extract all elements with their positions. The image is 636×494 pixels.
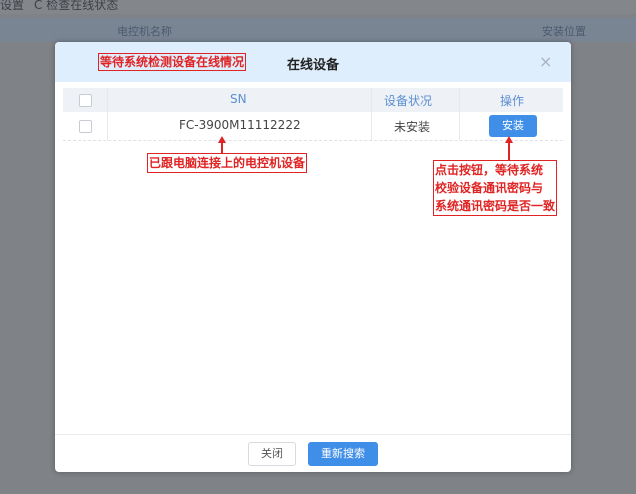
device-sn: FC-3900M11112222	[179, 118, 301, 132]
device-status: 未安装	[394, 120, 431, 134]
modal-header: 等待系统检测设备在线情况 在线设备 ×	[55, 42, 571, 82]
research-button[interactable]: 重新搜索	[308, 442, 378, 466]
annotation-install-line: 系统通讯密码是否一致	[435, 199, 556, 213]
annotation-install: 点击按钮，等待系统 校验设备通讯密码与 系统通讯密码是否一致	[433, 160, 558, 216]
row-checkbox[interactable]	[79, 120, 92, 133]
column-motor-name: 电控机名称	[117, 25, 172, 38]
install-button[interactable]: 安装	[489, 115, 537, 137]
annotation-install-line: 点击按钮，等待系统	[435, 163, 544, 177]
background-table-header: 电控机名称 安装位置	[0, 18, 636, 42]
header-status: 设备状况	[384, 94, 433, 108]
table-row: FC-3900M11112222 未安装 安装	[63, 112, 563, 141]
toolbar-settings-label: 设置	[0, 0, 25, 12]
annotation-install-line: 校验设备通讯密码与	[435, 181, 544, 195]
table-header: SN 设备状况 操作	[63, 88, 563, 112]
header-action: 操作	[500, 94, 525, 108]
annotation-arrow	[508, 142, 510, 160]
modal-footer: 关闭 重新搜索	[55, 434, 571, 472]
select-all-checkbox[interactable]	[79, 94, 92, 107]
background-toolbar: 设置 C 检查在线状态	[0, 0, 636, 14]
close-icon[interactable]: ×	[539, 52, 552, 71]
header-sn: SN	[230, 92, 247, 106]
close-button[interactable]: 关闭	[248, 442, 296, 466]
online-devices-modal: 等待系统检测设备在线情况 在线设备 × SN 设备状况 操作 FC-3900M1…	[55, 42, 571, 472]
annotation-top: 等待系统检测设备在线情况	[98, 53, 247, 71]
annotation-sn: 已跟电脑连接上的电控机设备	[147, 153, 308, 173]
toolbar-refresh-status: C 检查在线状态	[34, 0, 119, 12]
modal-title: 在线设备	[287, 58, 340, 73]
column-install-location: 安装位置	[542, 25, 586, 38]
